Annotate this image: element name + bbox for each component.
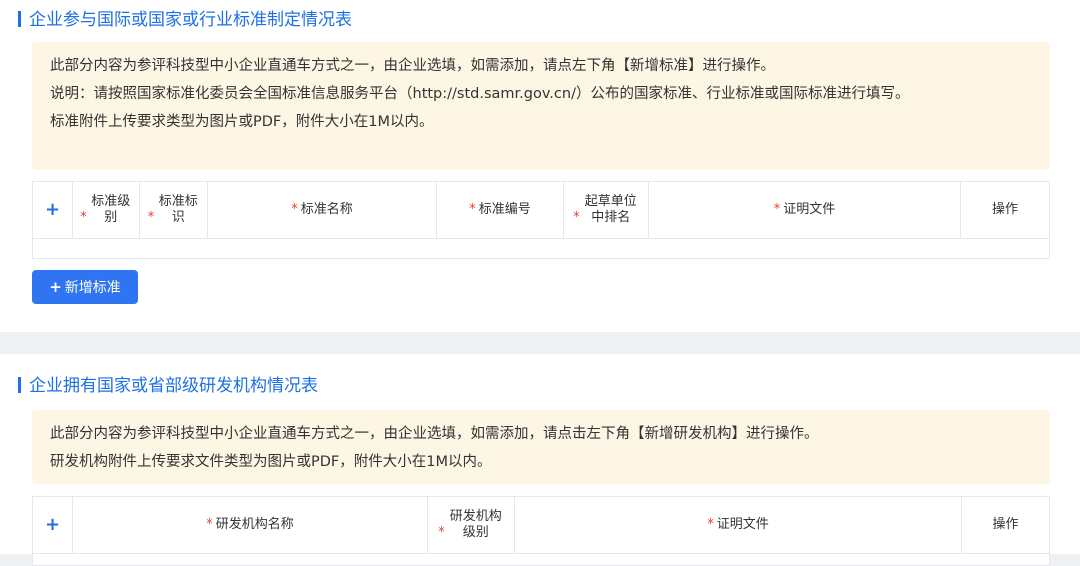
col-standard-mark: *标准标识 [140,182,208,238]
section-title: 企业参与国际或国家或行业标准制定情况表 [18,8,352,32]
notice-line: 标准附件上传要求类型为图片或PDF，附件大小在1M以内。 [50,114,434,130]
plus-icon[interactable]: + [45,201,60,219]
section-title: 企业拥有国家或省部级研发机构情况表 [18,374,318,398]
rd-institution-section: 企业拥有国家或省部级研发机构情况表 此部分内容为参评科技型中小企业直通车方式之一… [0,354,1080,566]
standards-section: 企业参与国际或国家或行业标准制定情况表 此部分内容为参评科技型中小企业直通车方式… [0,0,1080,332]
standards-table: + *标准级别 *标准标识 * 标准名称 * 标准编号 *起草单位中排名 * 证明文件… [32,181,1050,259]
notice-box: 此部分内容为参评科技型中小企业直通车方式之一，由企业选填，如需添加，请点左下角【… [32,42,1050,170]
table-body-empty [33,239,1049,259]
plus-icon: + [49,278,62,296]
notice-line: 研发机构附件上传要求文件类型为图片或PDF，附件大小在1M以内。 [50,454,492,470]
notice-line: 说明：请按照国家标准化委员会全国标准信息服务平台（http://std.samr… [50,86,910,102]
rd-institution-table: + * 研发机构名称 *研发机构级别 * 证明文件 操作 [32,496,1050,566]
section-title-text: 企业拥有国家或省部级研发机构情况表 [29,376,318,396]
col-standard-number: * 标准编号 [437,182,564,238]
col-actions: 操作 [991,202,1018,217]
col-proof-file: * 证明文件 [515,497,962,553]
col-standard-level: *标准级别 [73,182,140,238]
plus-icon[interactable]: + [45,516,60,534]
add-row-button[interactable]: + [33,182,73,238]
notice-line: 此部分内容为参评科技型中小企业直通车方式之一，由企业选填，如需添加，请点击左下角… [50,426,819,442]
col-institution-name: * 研发机构名称 [73,497,428,553]
col-drafting-rank: *起草单位中排名 [564,182,649,238]
add-standard-button[interactable]: + 新增标准 [32,270,138,304]
notice-line: 此部分内容为参评科技型中小企业直通车方式之一，由企业选填，如需添加，请点左下角【… [50,58,775,74]
table-header: + *标准级别 *标准标识 * 标准名称 * 标准编号 *起草单位中排名 * 证明文件… [33,182,1049,239]
col-actions: 操作 [992,517,1019,532]
section-divider [0,332,1080,354]
col-standard-name: * 标准名称 [208,182,437,238]
col-proof-file: * 证明文件 [649,182,961,238]
table-header: + * 研发机构名称 *研发机构级别 * 证明文件 操作 [33,497,1049,554]
add-row-button[interactable]: + [33,497,73,553]
col-institution-level: *研发机构级别 [428,497,515,553]
section-title-text: 企业参与国际或国家或行业标准制定情况表 [29,10,352,30]
notice-box: 此部分内容为参评科技型中小企业直通车方式之一，由企业选填，如需添加，请点击左下角… [32,410,1050,484]
